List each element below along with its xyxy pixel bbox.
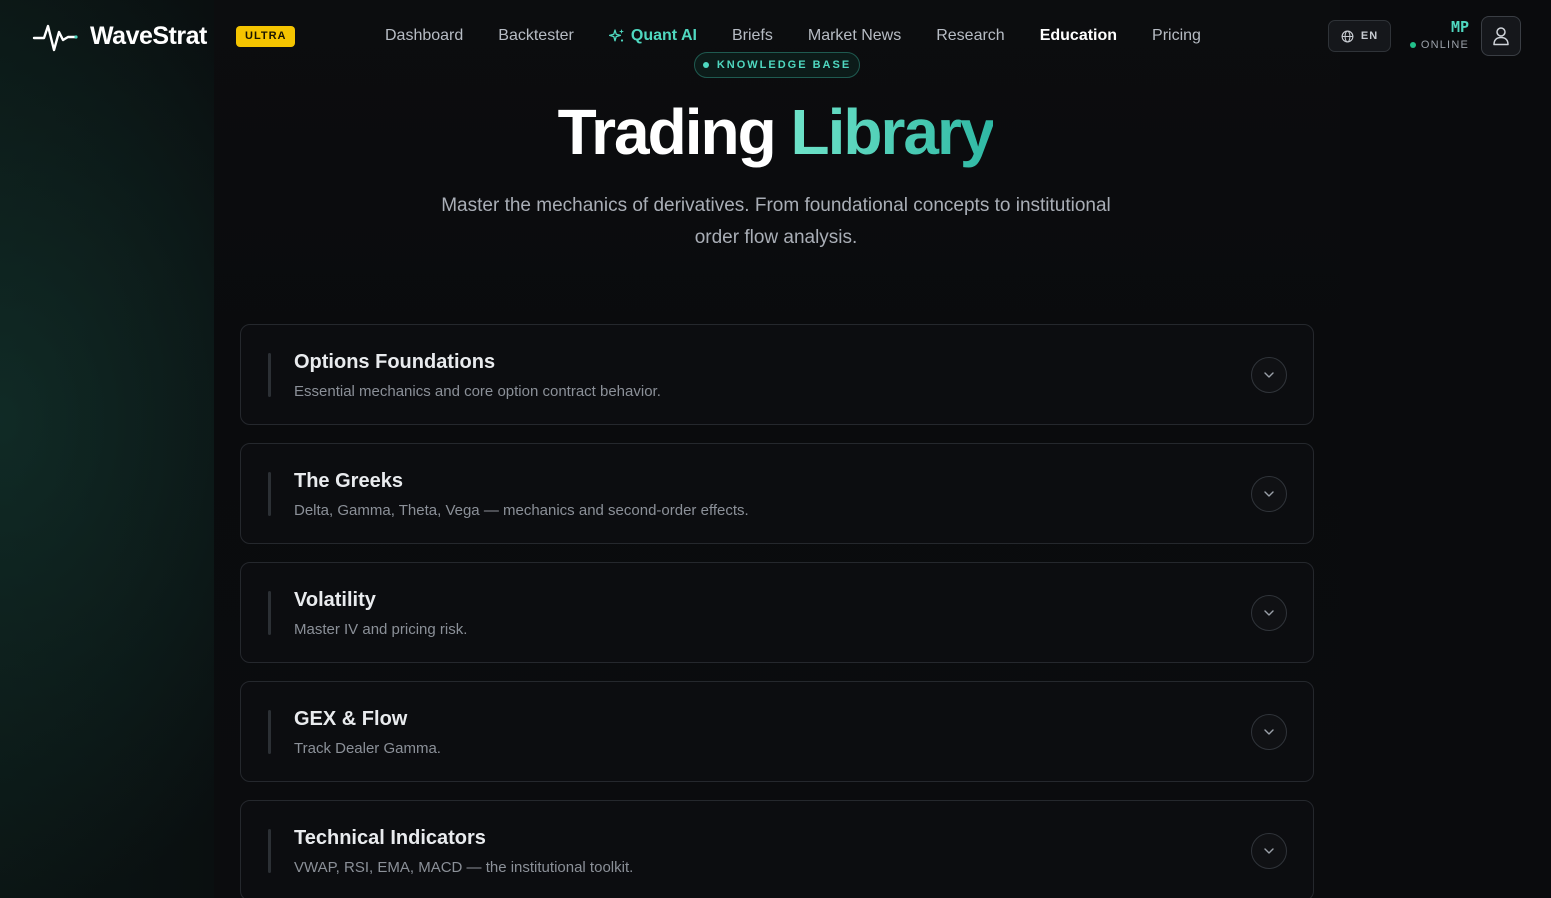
expand-button[interactable] — [1251, 595, 1287, 631]
title-accent: Library — [790, 96, 995, 168]
module-accent-bar — [268, 353, 271, 397]
module-description: Essential mechanics and core option cont… — [294, 383, 661, 400]
nav-link-backtester[interactable]: Backtester — [498, 24, 574, 48]
module-title: The Greeks — [294, 470, 403, 492]
module-gex-flow[interactable]: GEX & Flow Track Dealer Gamma. — [240, 681, 1314, 782]
module-description: VWAP, RSI, EMA, MACD — the institutional… — [294, 859, 634, 876]
module-technical-indicators[interactable]: Technical Indicators VWAP, RSI, EMA, MAC… — [240, 800, 1314, 898]
user-menu-button[interactable] — [1481, 16, 1521, 56]
module-the-greeks[interactable]: The Greeks Delta, Gamma, Theta, Vega — m… — [240, 443, 1314, 544]
nav-link-dashboard[interactable]: Dashboard — [385, 24, 463, 48]
module-accordion: Options Foundations Essential mechanics … — [240, 324, 1314, 898]
expand-button[interactable] — [1251, 357, 1287, 393]
knowledge-base-pill: KNOWLEDGE BASE — [694, 52, 860, 78]
sparkle-icon — [608, 29, 624, 42]
module-title: Volatility — [294, 589, 376, 611]
pulse-logo-icon — [32, 24, 78, 52]
eyebrow-label: KNOWLEDGE BASE — [716, 59, 852, 71]
subtitle-line-2: order flow analysis. — [694, 227, 858, 248]
globe-icon — [1341, 30, 1354, 42]
module-description: Master IV and pricing risk. — [294, 621, 468, 638]
brand-name: WaveStrat — [90, 21, 207, 50]
subtitle-line-1: Master the mechanics of derivatives. Fro… — [441, 195, 1111, 216]
chevron-down-icon — [1264, 491, 1274, 497]
module-accent-bar — [268, 829, 271, 873]
chevron-down-icon — [1264, 848, 1274, 854]
page: WaveStrat ULTRA Dashboard Backtester Qua… — [0, 0, 1551, 898]
nav-link-label: Quant AI — [630, 27, 697, 44]
online-label: ONLINE — [1420, 39, 1469, 51]
plan-badge: ULTRA — [236, 26, 296, 47]
module-accent-bar — [268, 472, 271, 516]
chevron-down-icon — [1264, 372, 1274, 378]
language-code: EN — [1360, 30, 1379, 42]
expand-button[interactable] — [1251, 714, 1287, 750]
module-title: GEX & Flow — [294, 708, 408, 730]
user-initials: MP — [1450, 18, 1469, 36]
module-accent-bar — [268, 591, 271, 635]
user-icon — [1493, 27, 1509, 46]
brand-logo[interactable]: WaveStrat — [32, 18, 207, 54]
title-main: Trading — [557, 96, 777, 168]
module-options-foundations[interactable]: Options Foundations Essential mechanics … — [240, 324, 1314, 425]
chevron-down-icon — [1264, 729, 1274, 735]
module-description: Track Dealer Gamma. — [294, 740, 441, 757]
expand-button[interactable] — [1251, 833, 1287, 869]
page-title: Trading Library — [0, 90, 1551, 174]
nav-link-quant-ai[interactable]: Quant AI — [608, 24, 697, 48]
nav-link-research[interactable]: Research — [936, 24, 1004, 48]
pill-dot-icon — [702, 62, 709, 68]
module-volatility[interactable]: Volatility Master IV and pricing risk. — [240, 562, 1314, 663]
nav-link-pricing[interactable]: Pricing — [1152, 24, 1201, 48]
online-dot-icon — [1409, 42, 1416, 48]
page-subtitle: Master the mechanics of derivatives. Fro… — [420, 190, 1132, 254]
user-status: MP ONLINE — [1405, 18, 1469, 51]
nav-links: Dashboard Backtester Quant AI Briefs Mar… — [385, 24, 1236, 48]
nav-link-market-news[interactable]: Market News — [808, 24, 901, 48]
online-indicator: ONLINE — [1405, 39, 1469, 51]
chevron-down-icon — [1264, 610, 1274, 616]
module-title: Options Foundations — [294, 351, 496, 373]
module-description: Delta, Gamma, Theta, Vega — mechanics an… — [294, 502, 749, 519]
module-title: Technical Indicators — [294, 827, 486, 849]
language-selector[interactable]: EN — [1328, 20, 1391, 52]
nav-link-education[interactable]: Education — [1040, 24, 1117, 48]
expand-button[interactable] — [1251, 476, 1287, 512]
module-accent-bar — [268, 710, 271, 754]
nav-link-briefs[interactable]: Briefs — [732, 24, 773, 48]
